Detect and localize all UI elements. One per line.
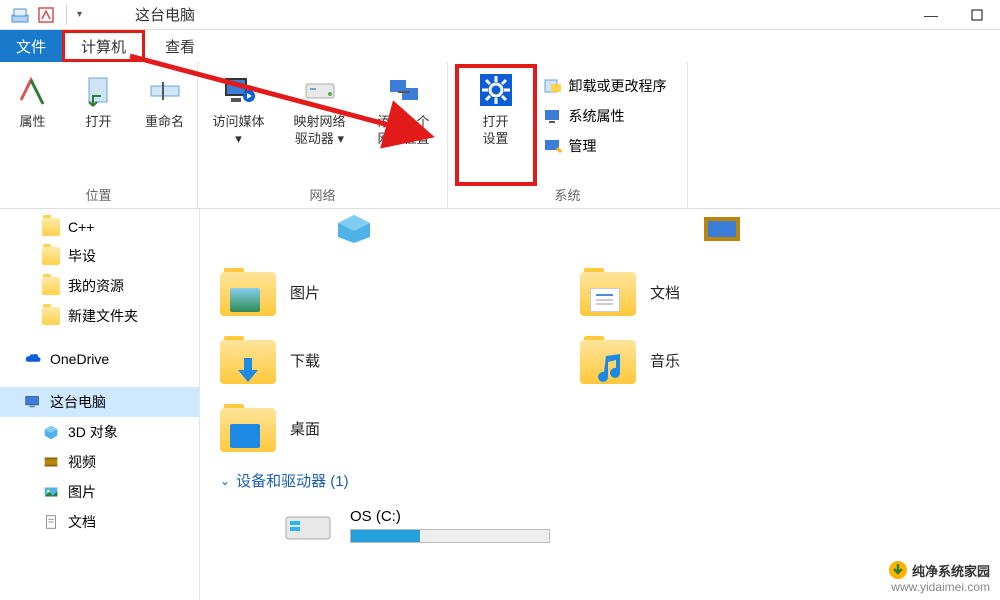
watermark-url: www.yidaimei.com xyxy=(891,580,990,594)
drive-label: OS (C:) xyxy=(350,508,550,525)
documents-icon xyxy=(42,513,60,531)
tab-view[interactable]: 查看 xyxy=(145,30,211,62)
drive-info: OS (C:) xyxy=(350,508,550,543)
properties-label: 属性 xyxy=(19,114,45,131)
uninstall-label: 卸载或更改程序 xyxy=(569,76,667,96)
properties-icon xyxy=(13,70,53,110)
open-settings-button[interactable]: 打开设置 xyxy=(461,70,531,160)
watermark: 纯净系统家园 www.yidaimei.com xyxy=(888,560,990,594)
qat-separator xyxy=(66,5,67,25)
chevron-down-icon: ⌄ xyxy=(220,474,230,488)
system-properties-button[interactable]: 系统属性 xyxy=(535,102,675,130)
open-icon xyxy=(79,70,119,110)
pictures-folder-icon xyxy=(220,268,276,316)
folder-icon xyxy=(42,247,60,265)
body: C++ 毕设 我的资源 新建文件夹 OneDrive 这台电脑 3D 对象 视频… xyxy=(0,209,1000,600)
sidebar-item-folder[interactable]: 新建文件夹 xyxy=(0,301,199,331)
folder-icon xyxy=(42,307,60,325)
drive-icon xyxy=(280,501,336,549)
tab-file[interactable]: 文件 xyxy=(0,30,62,62)
sidebar-item-3d-objects[interactable]: 3D 对象 xyxy=(0,417,199,447)
window-title: 这台电脑 xyxy=(135,4,195,25)
sidebar-item-this-pc[interactable]: 这台电脑 xyxy=(0,387,199,417)
manage-button[interactable]: 管理 xyxy=(535,132,675,160)
desktop-folder-icon xyxy=(220,404,276,452)
ribbon: 属性 打开 重命名 位置 访问媒体▾ xyxy=(0,62,1000,209)
map-drive-button[interactable]: 映射网络驱动器 ▾ xyxy=(281,70,359,148)
add-network-location-icon xyxy=(384,70,424,110)
properties-button[interactable]: 属性 xyxy=(3,70,63,131)
open-button[interactable]: 打开 xyxy=(69,70,129,131)
sidebar-item-videos[interactable]: 视频 xyxy=(0,447,199,477)
system-group-label: 系统 xyxy=(554,185,580,204)
watermark-logo-icon xyxy=(888,560,908,580)
sidebar-item-folder[interactable]: 毕设 xyxy=(0,241,199,271)
folders-grid: 图片 文档 下载 音乐 桌面 xyxy=(220,268,980,452)
drive-usage-bar xyxy=(350,529,550,543)
onedrive-icon xyxy=(24,350,42,368)
folder-icon xyxy=(42,218,60,236)
open-settings-label: 打开设置 xyxy=(482,114,508,148)
maximize-button[interactable] xyxy=(954,0,1000,30)
3d-objects-partial-icon xyxy=(330,213,378,250)
folder-pictures[interactable]: 图片 xyxy=(220,268,500,316)
content-pane: 图片 文档 下载 音乐 桌面 ⌄ 设备和驱动器 (1) xyxy=(200,209,1000,600)
properties-qat-icon[interactable] xyxy=(36,5,56,25)
location-group-label: 位置 xyxy=(85,185,111,204)
music-folder-icon xyxy=(580,336,636,384)
rename-icon xyxy=(145,70,185,110)
ribbon-tabs: 文件 计算机 查看 xyxy=(0,30,1000,62)
videos-icon xyxy=(42,453,60,471)
sidebar-item-folder[interactable]: 我的资源 xyxy=(0,271,199,301)
folder-music[interactable]: 音乐 xyxy=(580,336,860,384)
drive-os-c[interactable]: OS (C:) xyxy=(280,501,980,549)
navigation-pane: C++ 毕设 我的资源 新建文件夹 OneDrive 这台电脑 3D 对象 视频… xyxy=(0,209,200,600)
rename-button[interactable]: 重命名 xyxy=(135,70,195,131)
open-label: 打开 xyxy=(85,114,111,131)
titlebar: ▾ 这台电脑 ― xyxy=(0,0,1000,30)
uninstall-programs-button[interactable]: 卸载或更改程序 xyxy=(535,72,675,100)
network-group-label: 网络 xyxy=(309,185,335,204)
3d-objects-icon xyxy=(42,423,60,441)
uninstall-icon xyxy=(543,76,563,96)
folder-desktop[interactable]: 桌面 xyxy=(220,404,500,452)
downloads-folder-icon xyxy=(220,336,276,384)
sidebar-item-pictures[interactable]: 图片 xyxy=(0,477,199,507)
map-drive-label: 映射网络驱动器 ▾ xyxy=(293,114,345,148)
sidebar-item-onedrive[interactable]: OneDrive xyxy=(0,345,199,373)
folder-documents[interactable]: 文档 xyxy=(580,268,860,316)
ribbon-group-network: 访问媒体▾ 映射网络驱动器 ▾ 添加一个网络位置 网络 xyxy=(198,62,448,208)
documents-folder-icon xyxy=(580,268,636,316)
add-network-location-label: 添加一个网络位置 xyxy=(377,114,429,148)
access-media-label: 访问媒体▾ xyxy=(212,114,264,148)
ribbon-group-system: 打开设置 卸载或更改程序 系统属性 管理 系统 xyxy=(448,62,688,208)
folder-downloads[interactable]: 下载 xyxy=(220,336,500,384)
system-properties-icon xyxy=(543,106,563,126)
quick-access-toolbar: ▾ xyxy=(0,5,82,25)
window-controls: ― xyxy=(908,0,1000,30)
add-network-location-button[interactable]: 添加一个网络位置 xyxy=(365,70,443,148)
access-media-button[interactable]: 访问媒体▾ xyxy=(203,70,275,148)
qat-dropdown-icon[interactable]: ▾ xyxy=(77,9,82,20)
minimize-button[interactable]: ― xyxy=(908,0,954,30)
settings-gear-icon xyxy=(476,70,516,110)
computer-icon xyxy=(24,393,42,411)
folder-icon xyxy=(42,277,60,295)
videos-partial-icon xyxy=(698,213,746,250)
rename-label: 重命名 xyxy=(145,114,184,131)
ribbon-group-location: 属性 打开 重命名 位置 xyxy=(0,62,198,208)
map-drive-icon xyxy=(300,70,340,110)
manage-label: 管理 xyxy=(569,136,597,156)
pictures-icon xyxy=(42,483,60,501)
tab-computer[interactable]: 计算机 xyxy=(62,30,145,62)
sidebar-item-documents[interactable]: 文档 xyxy=(0,507,199,537)
sidebar-item-folder[interactable]: C++ xyxy=(0,213,199,241)
manage-icon xyxy=(543,136,563,156)
access-media-icon xyxy=(219,70,259,110)
explorer-icon xyxy=(10,5,30,25)
devices-section-header[interactable]: ⌄ 设备和驱动器 (1) xyxy=(220,470,980,491)
system-properties-label: 系统属性 xyxy=(569,106,625,126)
